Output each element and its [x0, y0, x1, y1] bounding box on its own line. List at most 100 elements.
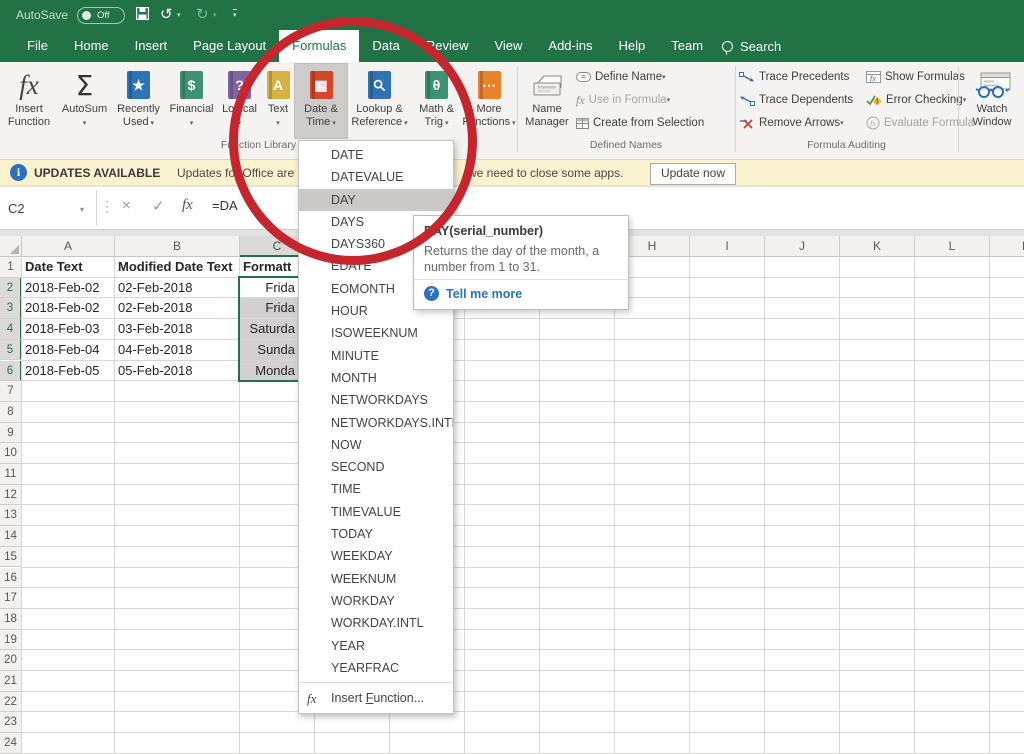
menu-item-timevalue[interactable]: TIMEVALUE [299, 501, 453, 523]
row-header-24[interactable]: 24 [0, 733, 22, 754]
tell-me-more-link[interactable]: ? Tell me more [424, 286, 522, 301]
formula-bar-splitter[interactable]: ⋮ [100, 198, 114, 215]
row-header-16[interactable]: 16 [0, 568, 22, 589]
customize-quick-access-icon[interactable]: ▾ [233, 9, 237, 19]
menu-item-minute[interactable]: MINUTE [299, 345, 453, 367]
menu-item-second[interactable]: SECOND [299, 456, 453, 478]
column-header-b[interactable]: B [115, 236, 240, 257]
menu-item-date[interactable]: DATE [299, 144, 453, 166]
row-header-12[interactable]: 12 [0, 485, 22, 506]
row-header-21[interactable]: 21 [0, 671, 22, 692]
row-header-19[interactable]: 19 [0, 630, 22, 651]
tab-home[interactable]: Home [61, 30, 122, 62]
cell-A3[interactable]: 2018-Feb-02 [22, 298, 115, 319]
ribbon-button-trace-precedents[interactable]: Trace Precedents [739, 68, 849, 86]
name-box[interactable]: C2 ▾ [0, 190, 97, 226]
save-icon[interactable] [136, 6, 149, 26]
tab-data[interactable]: Data [359, 30, 412, 62]
cell-A4[interactable]: 2018-Feb-03 [22, 319, 115, 340]
ribbon-button-define-name[interactable]: =Define Name ▾ [576, 68, 666, 86]
cell-B2[interactable]: 02-Feb-2018 [115, 278, 240, 299]
select-all-corner[interactable] [0, 236, 22, 257]
cell-B6[interactable]: 05-Feb-2018 [115, 361, 240, 382]
redo-menu-arrow-icon[interactable]: ▾ [213, 11, 217, 19]
enter-check-icon[interactable]: ✓ [152, 197, 165, 215]
cell-B3[interactable]: 02-Feb-2018 [115, 298, 240, 319]
cell-B4[interactable]: 03-Feb-2018 [115, 319, 240, 340]
row-header-13[interactable]: 13 [0, 505, 22, 526]
cell-A5[interactable]: 2018-Feb-04 [22, 340, 115, 361]
update-now-button[interactable]: Update now [650, 163, 736, 185]
row-header-8[interactable]: 8 [0, 402, 22, 423]
ribbon-button-autosum[interactable]: ΣAutoSum▾ [58, 64, 111, 138]
menu-item-workday[interactable]: WORKDAY [299, 590, 453, 612]
menu-item-month[interactable]: MONTH [299, 367, 453, 389]
menu-item-weeknum[interactable]: WEEKNUM [299, 568, 453, 590]
ribbon-button-logical[interactable]: ?Logical▾ [218, 64, 261, 138]
row-header-1[interactable]: 1 [0, 257, 22, 278]
tab-page-layout[interactable]: Page Layout [180, 30, 279, 62]
undo-menu-arrow-icon[interactable]: ▾ [177, 11, 181, 19]
ribbon-button-date-time[interactable]: ▦Date &Time ▾ [295, 64, 347, 138]
menu-item-workday-intl[interactable]: WORKDAY.INTL [299, 612, 453, 634]
tab-review[interactable]: Review [413, 30, 482, 62]
row-header-17[interactable]: 17 [0, 588, 22, 609]
cell-A6[interactable]: 2018-Feb-05 [22, 361, 115, 382]
cell-B5[interactable]: 04-Feb-2018 [115, 340, 240, 361]
row-header-4[interactable]: 4 [0, 319, 22, 340]
tell-me-search[interactable]: Search [722, 30, 781, 62]
ribbon-button-math-trig[interactable]: θMath &Trig ▾ [412, 64, 461, 138]
ribbon-button-trace-dependents[interactable]: Trace Dependents [739, 91, 853, 109]
row-header-14[interactable]: 14 [0, 526, 22, 547]
menu-item-today[interactable]: TODAY [299, 523, 453, 545]
cell-A2[interactable]: 2018-Feb-02 [22, 278, 115, 299]
menu-item-insert-function[interactable]: fxInsert Function... [299, 686, 453, 711]
menu-item-networkdays-intl[interactable]: NETWORKDAYS.INTL [299, 412, 453, 434]
column-header-a[interactable]: A [22, 236, 115, 257]
cell-A1[interactable]: Date Text [22, 257, 115, 278]
menu-item-networkdays[interactable]: NETWORKDAYS [299, 389, 453, 411]
insert-function-fx-icon[interactable]: fx [182, 197, 193, 214]
row-header-20[interactable]: 20 [0, 650, 22, 671]
ribbon-button-use-in-formula[interactable]: fxUse in Formula ▾ [576, 91, 670, 109]
name-box-arrow-icon[interactable]: ▾ [80, 205, 84, 214]
menu-item-now[interactable]: NOW [299, 434, 453, 456]
ribbon-button-watch-window[interactable]: WatchWindow [962, 64, 1022, 138]
column-header-i[interactable]: I [690, 236, 765, 257]
ribbon-button-text[interactable]: AText▾ [262, 64, 294, 138]
ribbon-button-recently-used[interactable]: ★RecentlyUsed ▾ [112, 64, 165, 138]
column-header-k[interactable]: K [840, 236, 915, 257]
tab-file[interactable]: File [14, 30, 61, 62]
menu-item-yearfrac[interactable]: YEARFRAC [299, 657, 453, 679]
tab-add-ins[interactable]: Add-ins [535, 30, 605, 62]
ribbon-button-name-manager[interactable]: NameManager [522, 64, 572, 138]
ribbon-button-show-formulas[interactable]: fxShow Formulas [866, 68, 965, 86]
tab-team[interactable]: Team [658, 30, 716, 62]
column-header-m[interactable]: M [990, 236, 1024, 257]
menu-item-isoweeknum[interactable]: ISOWEEKNUM [299, 322, 453, 344]
ribbon-button-remove-arrows[interactable]: Remove Arrows ▾ [739, 114, 844, 132]
menu-item-year[interactable]: YEAR [299, 635, 453, 657]
tab-formulas[interactable]: Formulas [279, 30, 359, 62]
column-header-j[interactable]: J [765, 236, 840, 257]
menu-item-time[interactable]: TIME [299, 478, 453, 500]
ribbon-button-more-functions[interactable]: ⋯MoreFunctions ▾ [462, 64, 516, 138]
tab-help[interactable]: Help [605, 30, 658, 62]
column-header-l[interactable]: L [915, 236, 990, 257]
row-header-3[interactable]: 3 [0, 298, 22, 319]
autosave-toggle[interactable]: Off [77, 7, 125, 24]
cancel-x-icon[interactable]: × [122, 197, 131, 214]
menu-item-weekday[interactable]: WEEKDAY [299, 545, 453, 567]
redo-icon[interactable]: ↻ [196, 5, 209, 25]
menu-item-day[interactable]: DAY [299, 189, 453, 211]
ribbon-button-create-from-selection[interactable]: Create from Selection [576, 114, 704, 132]
row-header-15[interactable]: 15 [0, 547, 22, 568]
row-header-10[interactable]: 10 [0, 443, 22, 464]
row-header-23[interactable]: 23 [0, 712, 22, 733]
menu-item-datevalue[interactable]: DATEVALUE [299, 166, 453, 188]
row-header-9[interactable]: 9 [0, 423, 22, 444]
tab-view[interactable]: View [481, 30, 535, 62]
ribbon-button-financial[interactable]: $Financial▾ [166, 64, 217, 138]
row-header-18[interactable]: 18 [0, 609, 22, 630]
row-header-5[interactable]: 5 [0, 340, 22, 361]
